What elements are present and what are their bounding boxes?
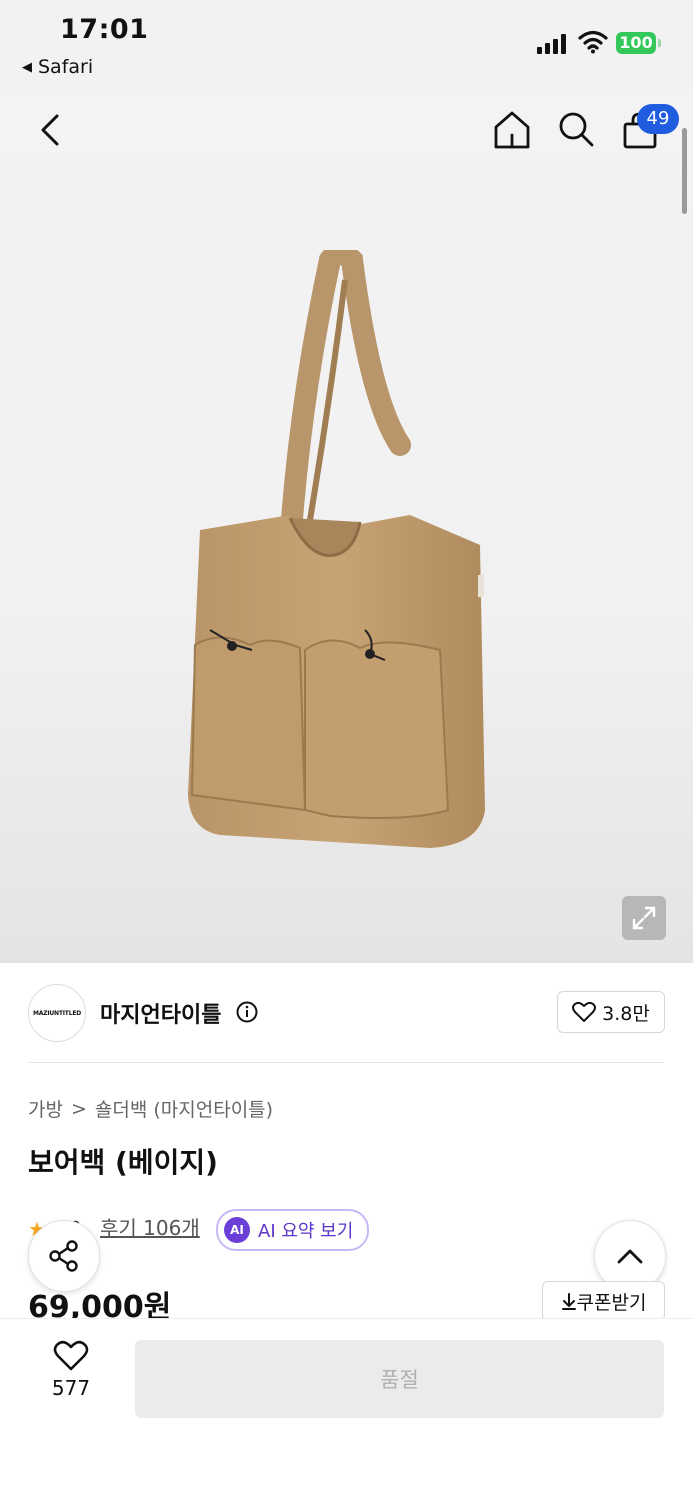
coupon-label: 쿠폰받기 — [576, 1291, 647, 1314]
scrollbar[interactable] — [682, 128, 687, 214]
status-bar: 17:01 ◀ Safari 100 — [0, 0, 693, 90]
brand-like-button[interactable]: 3.8만 — [557, 991, 665, 1033]
wifi-icon — [578, 30, 608, 54]
breadcrumb-separator: > — [70, 1097, 87, 1120]
back-icon — [41, 114, 59, 146]
soldout-button[interactable]: 품절 — [135, 1340, 664, 1418]
expand-image-button[interactable] — [622, 896, 666, 940]
back-to-app-link[interactable]: ◀ Safari — [22, 56, 93, 78]
home-button[interactable] — [490, 108, 534, 152]
info-icon[interactable] — [236, 1001, 258, 1023]
breadcrumb: 가방 > 숄더백 (마지언타이틀) — [28, 1095, 273, 1122]
back-app-label: Safari — [38, 56, 94, 78]
expand-icon — [632, 906, 656, 930]
heart-icon — [53, 1340, 89, 1371]
back-button[interactable] — [30, 110, 70, 150]
product-image-bag — [188, 250, 485, 848]
favorite-button[interactable]: 577 — [40, 1340, 102, 1414]
product-title: 보어백 (베이지) — [28, 1146, 218, 1179]
ai-badge-icon: AI — [224, 1217, 250, 1243]
cellular-signal-icon — [537, 34, 566, 54]
divider — [28, 1062, 664, 1063]
download-icon — [561, 1293, 576, 1310]
cart-count-badge: 49 — [637, 104, 679, 134]
heart-icon — [572, 1001, 597, 1022]
share-icon — [49, 1240, 78, 1272]
breadcrumb-subcategory[interactable]: 숄더백 (마지언타이틀) — [95, 1095, 273, 1122]
ai-summary-label: AI 요약 보기 — [258, 1221, 354, 1242]
coupon-button[interactable]: 쿠폰받기 — [542, 1281, 665, 1321]
breadcrumb-category[interactable]: 가방 — [28, 1095, 63, 1122]
search-button[interactable] — [555, 108, 597, 150]
favorite-count: 577 — [51, 1376, 91, 1400]
status-time: 17:01 — [60, 14, 149, 45]
chevron-up-icon — [617, 1249, 643, 1264]
home-icon — [494, 111, 530, 149]
review-link[interactable]: 후기 106개 — [100, 1212, 200, 1241]
brand-name[interactable]: 마지언타이틀 — [100, 997, 221, 1029]
ai-summary-button[interactable]: AI AI 요약 보기 — [216, 1209, 370, 1251]
brand-logo[interactable]: MAZIUNTITLED — [28, 984, 86, 1042]
battery-indicator: 100 — [616, 32, 661, 54]
back-triangle-icon: ◀ — [22, 59, 32, 75]
brand-like-count: 3.8만 — [602, 1002, 650, 1025]
search-icon — [559, 112, 594, 147]
